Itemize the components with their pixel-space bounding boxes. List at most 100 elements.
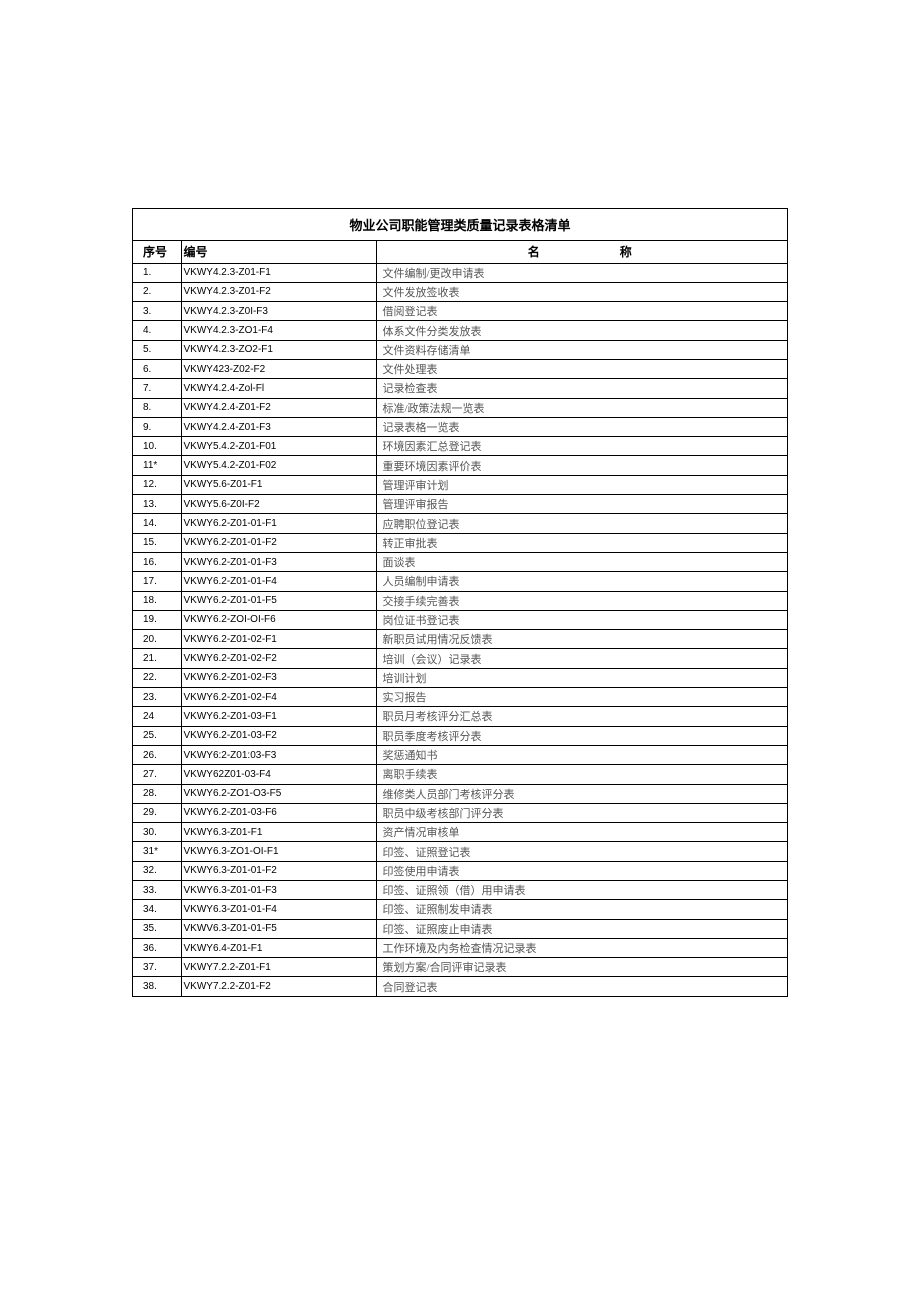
cell-code: VKWY4.2.3-ZO2-F1 bbox=[181, 340, 376, 359]
cell-code: VKWY6:2-Z01:03-F3 bbox=[181, 745, 376, 764]
cell-name: 培训计划 bbox=[376, 668, 787, 687]
cell-seq: 33. bbox=[133, 881, 181, 900]
cell-seq: 31* bbox=[133, 842, 181, 861]
cell-name: 工作环境及内务检查情况记录表 bbox=[376, 938, 787, 957]
table-row: 32.VKWY6.3-Z01-01-F2印签使用申请表 bbox=[133, 861, 787, 880]
cell-name: 资产情况审核单 bbox=[376, 823, 787, 842]
header-code: 编号 bbox=[181, 241, 376, 263]
cell-name: 印签使用申请表 bbox=[376, 861, 787, 880]
cell-code: VKWY6.2-ZO1-O3-F5 bbox=[181, 784, 376, 803]
table-row: 15.VKWY6.2-Z01-01-F2转正审批表 bbox=[133, 533, 787, 552]
cell-seq: 19. bbox=[133, 610, 181, 629]
table-row: 28.VKWY6.2-ZO1-O3-F5维修类人员部门考核评分表 bbox=[133, 784, 787, 803]
header-name: 名称 bbox=[376, 241, 787, 263]
cell-seq: 23. bbox=[133, 688, 181, 707]
cell-seq: 13. bbox=[133, 495, 181, 514]
cell-name: 文件处理表 bbox=[376, 359, 787, 378]
cell-name: 文件资料存储清单 bbox=[376, 340, 787, 359]
cell-code: VKWY6.2-Z01-01-F4 bbox=[181, 572, 376, 591]
cell-code: VKWY423-Z02-F2 bbox=[181, 359, 376, 378]
cell-seq: 1. bbox=[133, 263, 181, 282]
cell-name: 职员中级考核部门评分表 bbox=[376, 803, 787, 822]
cell-name: 记录表格一览表 bbox=[376, 417, 787, 436]
cell-code: VKWY6.2-Z01-03-F2 bbox=[181, 726, 376, 745]
cell-code: VKWY62Z01-03-F4 bbox=[181, 765, 376, 784]
cell-name: 培训（会议）记录表 bbox=[376, 649, 787, 668]
cell-name: 印签、证照制发申请表 bbox=[376, 900, 787, 919]
table-row: 34.VKWY6.3-Z01-01-F4印签、证照制发申请表 bbox=[133, 900, 787, 919]
table-row: 22.VKWY6.2-Z01-02-F3培训计划 bbox=[133, 668, 787, 687]
cell-name: 环境因素汇总登记表 bbox=[376, 437, 787, 456]
cell-code: VKWY7.2.2-Z01-F1 bbox=[181, 958, 376, 977]
cell-seq: 30. bbox=[133, 823, 181, 842]
cell-name: 借阅登记表 bbox=[376, 302, 787, 321]
cell-code: VKWY6.3-Z01-01-F4 bbox=[181, 900, 376, 919]
cell-name: 管理评审计划 bbox=[376, 475, 787, 494]
table-row: 26.VKWY6:2-Z01:03-F3奖惩通知书 bbox=[133, 745, 787, 764]
table-row: 27.VKWY62Z01-03-F4离职手续表 bbox=[133, 765, 787, 784]
table-row: 18.VKWY6.2-Z01-01-F5交接手续完善表 bbox=[133, 591, 787, 610]
cell-name: 职员月考核评分汇总表 bbox=[376, 707, 787, 726]
cell-code: VKWY6.3-Z01-01-F3 bbox=[181, 881, 376, 900]
cell-seq: 28. bbox=[133, 784, 181, 803]
table-row: 8.VKWY4.2.4-Z01-F2标准/政策法规一览表 bbox=[133, 398, 787, 417]
cell-code: VKWY4.2.4-Zol-Fl bbox=[181, 379, 376, 398]
cell-name: 新职员试用情况反馈表 bbox=[376, 630, 787, 649]
table-row: 23.VKWY6.2-Z01-02-F4实习报告 bbox=[133, 688, 787, 707]
table-row: 13.VKWY5.6-Z0I-F2管理评审报告 bbox=[133, 495, 787, 514]
cell-code: VKWY6.2-Z01-01-F1 bbox=[181, 514, 376, 533]
cell-code: VKWY5.4.2-Z01-F02 bbox=[181, 456, 376, 475]
cell-seq: 29. bbox=[133, 803, 181, 822]
cell-code: VKWY6.2-Z01-02-F1 bbox=[181, 630, 376, 649]
cell-seq: 37. bbox=[133, 958, 181, 977]
cell-seq: 26. bbox=[133, 745, 181, 764]
header-row: 序号 编号 名称 bbox=[133, 241, 787, 263]
cell-seq: 5. bbox=[133, 340, 181, 359]
cell-code: VKWY4.2.3-Z01-F1 bbox=[181, 263, 376, 282]
cell-code: VKWY4.2.4-Z01-F3 bbox=[181, 417, 376, 436]
cell-seq: 3. bbox=[133, 302, 181, 321]
cell-name: 转正审批表 bbox=[376, 533, 787, 552]
cell-seq: 7. bbox=[133, 379, 181, 398]
cell-code: VKWY6.4-Z01-F1 bbox=[181, 938, 376, 957]
table-row: 29.VKWY6.2-Z01-03-F6职员中级考核部门评分表 bbox=[133, 803, 787, 822]
cell-name: 管理评审报告 bbox=[376, 495, 787, 514]
cell-name: 标准/政策法规一览表 bbox=[376, 398, 787, 417]
cell-seq: 15. bbox=[133, 533, 181, 552]
cell-seq: 9. bbox=[133, 417, 181, 436]
cell-name: 重要环境因素评价表 bbox=[376, 456, 787, 475]
cell-seq: 6. bbox=[133, 359, 181, 378]
cell-name: 岗位证书登记表 bbox=[376, 610, 787, 629]
table-row: 4.VKWY4.2.3-ZO1-F4体系文件分类发放表 bbox=[133, 321, 787, 340]
cell-code: VKWY6.3-ZO1-OI-F1 bbox=[181, 842, 376, 861]
cell-code: VKWY6.2-Z01-02-F2 bbox=[181, 649, 376, 668]
table-row: 21.VKWY6.2-Z01-02-F2培训（会议）记录表 bbox=[133, 649, 787, 668]
cell-code: VKWY6.3-Z01-01-F2 bbox=[181, 861, 376, 880]
cell-seq: 34. bbox=[133, 900, 181, 919]
cell-seq: 21. bbox=[133, 649, 181, 668]
cell-seq: 16. bbox=[133, 552, 181, 571]
cell-code: VKWY6.3-Z01-F1 bbox=[181, 823, 376, 842]
cell-code: VKWY5.6-Z01-F1 bbox=[181, 475, 376, 494]
cell-seq: 25. bbox=[133, 726, 181, 745]
cell-name: 文件发放签收表 bbox=[376, 282, 787, 301]
cell-code: VKWY4.2.3-Z01-F2 bbox=[181, 282, 376, 301]
cell-code: VKWY6.2-Z01-01-F5 bbox=[181, 591, 376, 610]
table-row: 14.VKWY6.2-Z01-01-F1应聘职位登记表 bbox=[133, 514, 787, 533]
header-seq: 序号 bbox=[133, 241, 181, 263]
cell-code: VKWY6.2-Z01-01-F2 bbox=[181, 533, 376, 552]
cell-seq: 4. bbox=[133, 321, 181, 340]
cell-name: 职员季度考核评分表 bbox=[376, 726, 787, 745]
cell-code: VKWY4.2.3-ZO1-F4 bbox=[181, 321, 376, 340]
cell-code: VKWY6.2-ZOI-OI-F6 bbox=[181, 610, 376, 629]
cell-name: 维修类人员部门考核评分表 bbox=[376, 784, 787, 803]
table-row: 33.VKWY6.3-Z01-01-F3印签、证照领（借）用申请表 bbox=[133, 881, 787, 900]
cell-code: VKWY5.4.2-Z01-F01 bbox=[181, 437, 376, 456]
table-row: 19.VKWY6.2-ZOI-OI-F6岗位证书登记表 bbox=[133, 610, 787, 629]
table-row: 30.VKWY6.3-Z01-F1资产情况审核单 bbox=[133, 823, 787, 842]
table-row: 6.VKWY423-Z02-F2文件处理表 bbox=[133, 359, 787, 378]
table-row: 5.VKWY4.2.3-ZO2-F1文件资料存储清单 bbox=[133, 340, 787, 359]
table-row: 20.VKWY6.2-Z01-02-F1新职员试用情况反馈表 bbox=[133, 630, 787, 649]
cell-code: VKWY4.2.4-Z01-F2 bbox=[181, 398, 376, 417]
table-row: 3.VKWY4.2.3-Z0I-F3借阅登记表 bbox=[133, 302, 787, 321]
